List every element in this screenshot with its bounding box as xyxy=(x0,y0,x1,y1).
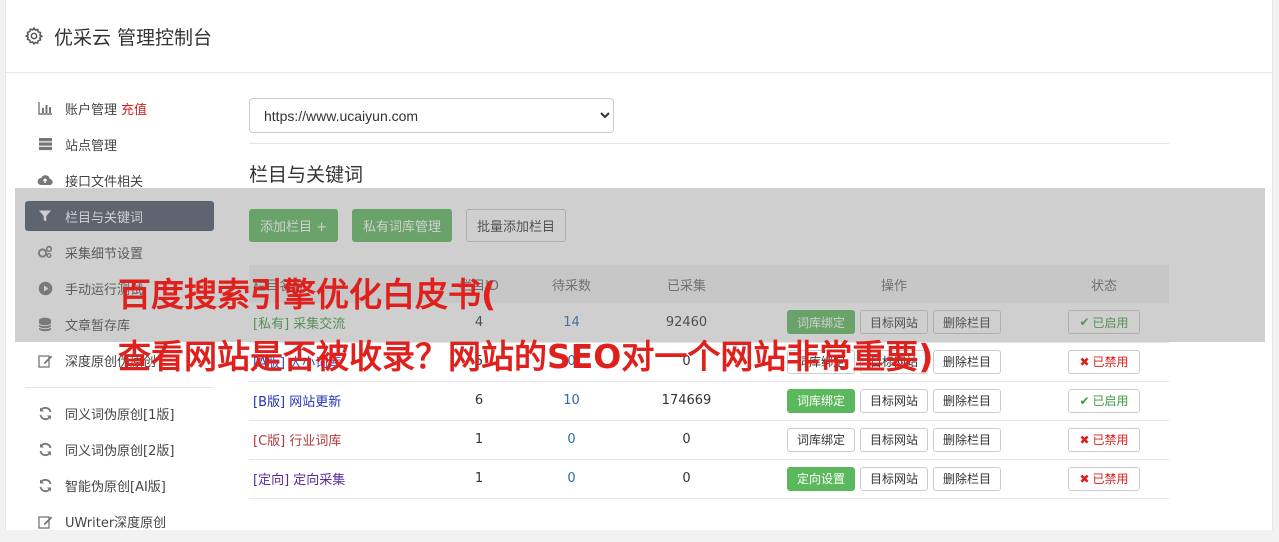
collected-count: 174669 xyxy=(661,393,712,408)
bind-library-button[interactable]: 词库绑定 xyxy=(786,427,855,452)
column-id: 1 xyxy=(474,471,484,486)
delete-column-button[interactable]: 删除栏目 xyxy=(933,388,1002,413)
edit-icon xyxy=(37,513,53,529)
sidebar-item-ai-rewrite[interactable]: 智能伪原创[AI版] xyxy=(25,470,214,500)
sidebar-item-synonym-v1[interactable]: 同义词伪原创[1版] xyxy=(25,398,214,428)
delete-column-button[interactable]: 删除栏目 xyxy=(933,349,1002,374)
overlay-title-line1: 百度搜索引擎优化白皮书( xyxy=(118,275,497,314)
overlay-title-line2: 查看网站是否被收录？网站的SEO对一个网站非常重要) xyxy=(118,337,934,376)
table-row: [C版] 行业词库 1 0 0 词库绑定 目标网站 删除栏目 ✖ 已禁用 xyxy=(249,420,1169,459)
status-toggle[interactable]: ✖ 已禁用 xyxy=(1068,349,1140,374)
status-toggle[interactable]: ✖ 已禁用 xyxy=(1068,466,1140,491)
edit-icon xyxy=(37,352,53,368)
target-site-button[interactable]: 目标网站 xyxy=(859,388,928,413)
refresh-icon xyxy=(37,477,53,493)
row-actions: 词库绑定 目标网站 删除栏目 xyxy=(749,388,1039,413)
refresh-icon xyxy=(37,405,53,421)
sidebar-item-sites[interactable]: 站点管理 xyxy=(25,129,214,159)
bind-library-button[interactable]: 词库绑定 xyxy=(786,388,855,413)
status-toggle[interactable]: ✔ 已启用 xyxy=(1068,388,1140,413)
target-site-button[interactable]: 目标网站 xyxy=(859,427,928,452)
watermark-overlay xyxy=(15,188,1265,342)
pending-count[interactable]: 0 xyxy=(567,432,575,447)
collected-count: 0 xyxy=(682,471,691,486)
sidebar-item-synonym-v2[interactable]: 同义词伪原创[2版] xyxy=(25,434,214,464)
cross-icon: ✖ xyxy=(1079,432,1090,447)
sidebar-divider xyxy=(25,387,214,388)
column-name-link[interactable]: [B版] 网站更新 xyxy=(253,395,341,410)
collected-count: 0 xyxy=(682,432,691,447)
section-title: 栏目与关键词 xyxy=(249,164,364,186)
check-icon: ✔ xyxy=(1079,393,1090,408)
gear-icon xyxy=(24,26,44,46)
bar-chart-icon xyxy=(37,100,53,116)
page-title: 优采云 管理控制台 xyxy=(54,26,213,49)
sidebar-item-label: 站点管理 xyxy=(65,138,118,154)
status-toggle[interactable]: ✖ 已禁用 xyxy=(1068,427,1140,452)
refresh-icon xyxy=(37,441,53,457)
sidebar-item-uwriter[interactable]: UWriter深度原创 xyxy=(25,506,214,536)
status-label: 已禁用 xyxy=(1092,355,1129,369)
cloud-upload-icon xyxy=(37,172,53,188)
status-label: 已禁用 xyxy=(1092,433,1129,447)
cross-icon: ✖ xyxy=(1079,354,1090,369)
cross-icon: ✖ xyxy=(1079,471,1090,486)
pending-count[interactable]: 0 xyxy=(567,471,575,486)
delete-column-button[interactable]: 删除栏目 xyxy=(933,466,1002,491)
row-actions: 词库绑定 目标网站 删除栏目 xyxy=(749,427,1039,452)
sidebar-item-account[interactable]: 账户管理 充值 xyxy=(25,93,214,123)
bind-library-button[interactable]: 定向设置 xyxy=(786,466,855,491)
column-name-link[interactable]: [C版] 行业词库 xyxy=(253,434,341,449)
column-name-link[interactable]: [定向] 定向采集 xyxy=(253,473,345,488)
server-icon xyxy=(37,136,53,152)
sidebar-item-label: 账户管理 xyxy=(65,102,118,118)
column-id: 1 xyxy=(474,432,484,447)
site-select[interactable]: https://www.ucaiyun.com xyxy=(249,98,614,133)
status-label: 已启用 xyxy=(1092,394,1129,408)
target-site-button[interactable]: 目标网站 xyxy=(859,466,928,491)
sidebar-item-label: 接口文件相关 xyxy=(65,174,144,190)
column-id: 6 xyxy=(474,393,484,408)
table-row: [定向] 定向采集 1 0 0 定向设置 目标网站 删除栏目 ✖ 已禁用 xyxy=(249,459,1169,498)
page-header: 优采云 管理控制台 xyxy=(6,0,1272,73)
divider xyxy=(249,143,1169,144)
sidebar-item-label: 同义词伪原创[1版] xyxy=(65,407,175,423)
table-row: [B版] 网站更新 6 10 174669 词库绑定 目标网站 删除栏目 ✔ 已启用 xyxy=(249,381,1169,420)
pending-count[interactable]: 10 xyxy=(563,393,580,408)
recharge-link[interactable]: 充值 xyxy=(121,99,147,118)
sidebar-item-label: UWriter深度原创 xyxy=(65,515,167,531)
sidebar-item-label: 智能伪原创[AI版] xyxy=(65,479,166,495)
sidebar-item-label: 同义词伪原创[2版] xyxy=(65,443,175,459)
delete-column-button[interactable]: 删除栏目 xyxy=(933,427,1002,452)
status-label: 已禁用 xyxy=(1092,472,1129,486)
row-actions: 定向设置 目标网站 删除栏目 xyxy=(749,466,1039,491)
